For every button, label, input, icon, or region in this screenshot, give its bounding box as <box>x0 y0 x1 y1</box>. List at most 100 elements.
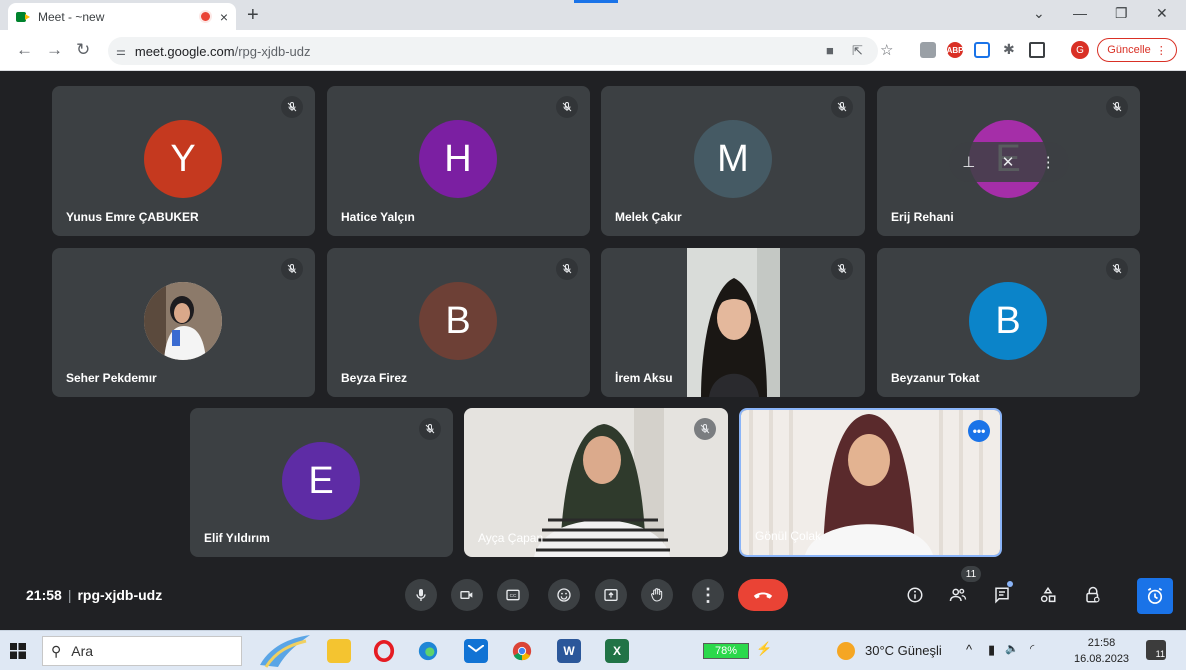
weather-text[interactable]: 30°C Güneşli <box>865 643 942 658</box>
chat-button[interactable] <box>990 581 1014 607</box>
opera-icon[interactable] <box>372 639 396 663</box>
tab-close-button[interactable]: × <box>220 9 228 25</box>
tile-hover-controls: ⊥ ✕ ⋮ <box>949 142 1069 182</box>
wifi-icon[interactable]: ◜ <box>1030 642 1034 655</box>
restore-button[interactable]: ❐ <box>1115 5 1128 22</box>
battery-plug-icon: ⚡ <box>756 641 773 656</box>
update-button[interactable]: Güncelle ⋮ <box>1097 38 1177 62</box>
edge-icon[interactable] <box>416 639 440 663</box>
meet-control-bar: 21:58 | rpg-xjdb-udz CC ⋮ <box>0 570 1186 620</box>
chat-unread-dot <box>1007 581 1013 587</box>
participant-avatar: B <box>969 282 1047 360</box>
hang-up-icon <box>753 592 773 599</box>
show-hidden-icons-button[interactable]: ^ <box>966 642 972 657</box>
site-info-icon[interactable]: ⚌ <box>116 45 126 58</box>
participant-tile[interactable]: E ⊥ ✕ ⋮ Erij Rehani <box>877 86 1140 236</box>
profile-avatar[interactable]: G <box>1071 41 1089 59</box>
mic-off-icon <box>556 96 578 118</box>
url-host: meet.google.com <box>134 43 235 59</box>
timer-extension-button[interactable] <box>1137 578 1173 614</box>
file-explorer-icon[interactable] <box>327 639 351 663</box>
participant-tile[interactable]: H Hatice Yalçın <box>327 86 590 236</box>
update-label: Güncelle <box>1107 44 1151 56</box>
people-button[interactable] <box>946 583 970 607</box>
address-bar[interactable]: ⚌ meet.google.com/rpg-xjdb-udz <box>108 37 878 65</box>
participant-tile[interactable]: B Beyzanur Tokat <box>877 248 1140 397</box>
forward-button[interactable]: → <box>46 40 63 60</box>
browser-tab-meet[interactable]: Meet - ~new × <box>8 3 236 30</box>
camera-in-use-icon[interactable]: ■ <box>826 43 834 58</box>
participant-photo <box>144 282 222 360</box>
usb-icon[interactable]: ▮ <box>988 642 995 658</box>
battery-indicator[interactable]: 78% <box>703 643 749 659</box>
raise-hand-button[interactable] <box>641 579 673 611</box>
meeting-time: 21:58 <box>26 587 62 603</box>
meeting-code: rpg-xjdb-udz <box>77 587 163 603</box>
minimize-button[interactable]: — <box>1073 5 1087 21</box>
sidepanel-icon[interactable] <box>1029 42 1045 58</box>
chrome-icon[interactable] <box>510 639 534 663</box>
speaker-icon[interactable]: 🔈 <box>1005 642 1019 655</box>
search-placeholder: Ara <box>71 643 94 659</box>
tab-title: Meet - ~new <box>38 9 105 24</box>
participant-avatar: E <box>282 442 360 520</box>
participant-tile[interactable]: M Melek Çakır <box>601 86 865 236</box>
new-tab-button[interactable]: + <box>247 4 259 27</box>
participant-name: İrem Aksu <box>615 371 673 385</box>
notification-center-icon[interactable]: 11 <box>1146 640 1166 660</box>
participant-name: Seher Pekdemır <box>66 371 157 385</box>
participant-tile[interactable]: Seher Pekdemır <box>52 248 315 397</box>
mic-off-icon <box>419 418 441 440</box>
puzzle-icon[interactable]: ✱ <box>1003 41 1015 58</box>
participant-tile[interactable]: İrem Aksu <box>601 248 865 397</box>
microphone-icon <box>416 589 426 601</box>
camera-button[interactable] <box>451 579 483 611</box>
weather-sun-icon[interactable] <box>837 642 855 660</box>
participant-tile[interactable]: E Elif Yıldırım <box>190 408 453 557</box>
mute-participant-icon[interactable]: ✕ <box>1002 153 1015 171</box>
search-icon: ⚲ <box>51 642 62 659</box>
participant-name: Gönül Çolak <box>755 529 822 543</box>
close-window-button[interactable]: ✕ <box>1156 5 1168 22</box>
more-options-icon[interactable]: ••• <box>968 420 990 442</box>
windows-start-icon[interactable] <box>10 643 26 659</box>
participant-tile[interactable]: Y Yunus Emre ÇABUKER <box>52 86 315 236</box>
host-controls-button[interactable] <box>1081 583 1105 607</box>
captions-button[interactable]: CC <box>497 579 529 611</box>
extension-image-icon[interactable] <box>920 42 936 58</box>
bookmark-star-icon[interactable]: ☆ <box>880 41 893 59</box>
notification-count: 11 <box>1155 649 1165 659</box>
taskbar-search[interactable]: ⚲ Ara <box>42 636 242 666</box>
share-icon[interactable]: ⇱ <box>852 43 863 59</box>
participant-avatar: B <box>419 282 497 360</box>
reload-button[interactable]: ↻ <box>76 40 90 60</box>
taskbar-clock[interactable]: 21:58 16.08.2023 <box>1074 635 1129 667</box>
microphone-button[interactable] <box>405 579 437 611</box>
present-button[interactable] <box>595 579 627 611</box>
back-button[interactable]: ← <box>16 40 33 60</box>
meeting-info: 21:58 | rpg-xjdb-udz <box>26 587 162 603</box>
mic-off-icon <box>281 258 303 280</box>
svg-text:CC: CC <box>510 593 517 598</box>
tab-search-button[interactable]: ⌄ <box>1033 5 1045 22</box>
participant-video <box>687 248 780 397</box>
participant-tile[interactable]: Ayça Çapan <box>464 408 728 557</box>
participant-avatar: M <box>694 120 772 198</box>
participant-tile-self[interactable]: ••• Gönül Çolak <box>739 408 1002 557</box>
reactions-button[interactable] <box>548 579 580 611</box>
activities-button[interactable] <box>1036 583 1060 607</box>
meeting-details-button[interactable] <box>903 583 927 607</box>
leave-call-button[interactable] <box>738 579 788 611</box>
screen-capture-icon[interactable] <box>974 42 990 58</box>
mail-icon[interactable] <box>464 639 488 663</box>
excel-icon[interactable]: X <box>605 639 629 663</box>
abp-icon[interactable]: ABP <box>947 42 963 58</box>
more-options-icon[interactable]: ⋮ <box>1041 153 1056 171</box>
recording-icon <box>200 12 210 21</box>
more-options-button[interactable]: ⋮ <box>692 579 724 611</box>
pin-icon[interactable]: ⊥ <box>962 153 975 171</box>
word-icon[interactable]: W <box>557 639 581 663</box>
url-path: /rpg-xjdb-udz <box>234 43 311 59</box>
meet-favicon-icon <box>16 11 30 23</box>
participant-tile[interactable]: B Beyza Firez <box>327 248 590 397</box>
